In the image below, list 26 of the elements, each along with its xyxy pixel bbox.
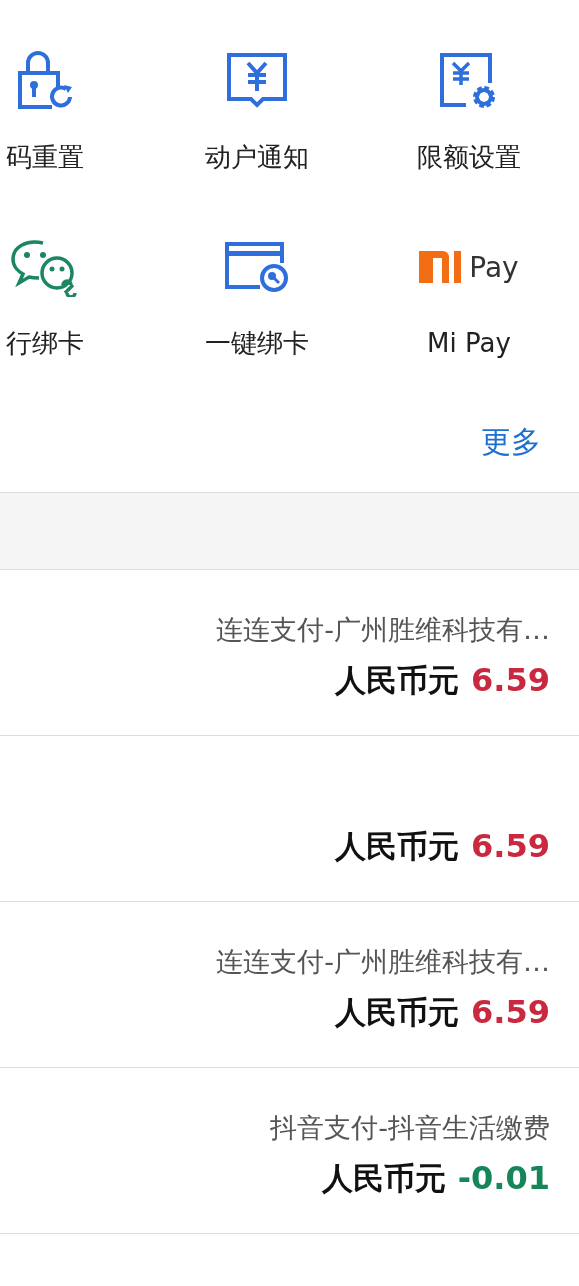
transaction-amount: -0.01 bbox=[457, 1159, 550, 1197]
transaction-row[interactable]: 连连支付-广州胜维科技有… 人民币元 6.59 bbox=[0, 570, 579, 736]
transaction-description: 抖音支付-抖音生活缴费 bbox=[270, 1111, 550, 1145]
service-label[interactable]: Mi Pay bbox=[427, 326, 511, 360]
transaction-amount: 6.59 bbox=[471, 661, 550, 699]
currency-label: 人民币元 bbox=[321, 1159, 446, 1198]
transaction-description: 连连支付-广州胜维科技有… bbox=[216, 613, 550, 647]
currency-label: 人民币元 bbox=[335, 993, 460, 1032]
service-label[interactable]: 一键绑卡 bbox=[205, 326, 309, 360]
transaction-row[interactable]: 连连支付-广州胜维科技有… 人民币元 6.59 bbox=[0, 902, 579, 1068]
logo-text: Pay bbox=[469, 250, 519, 284]
mi-logo-icon bbox=[419, 251, 464, 283]
card-key-icon[interactable] bbox=[224, 241, 290, 293]
transaction-row[interactable]: 人民币元 6.59 bbox=[0, 736, 579, 902]
transaction-row[interactable]: 抖音支付-抖音生活缴费 人民币元 -0.01 bbox=[0, 1068, 579, 1234]
currency-label: 人民币元 bbox=[335, 827, 460, 866]
more-link[interactable]: 更多 bbox=[481, 422, 541, 492]
service-label[interactable]: 行绑卡 bbox=[6, 326, 84, 360]
service-label[interactable]: 动户通知 bbox=[205, 140, 309, 174]
service-label[interactable]: 限额设置 bbox=[417, 140, 521, 174]
transaction-amount: 6.59 bbox=[471, 993, 550, 1031]
transaction-amount: 6.59 bbox=[471, 827, 550, 865]
currency-label: 人民币元 bbox=[335, 661, 460, 700]
mi-pay-logo[interactable]: Pay bbox=[419, 250, 519, 284]
service-label[interactable]: 码重置 bbox=[6, 140, 84, 174]
transaction-description: 连连支付-广州胜维科技有… bbox=[216, 945, 550, 979]
